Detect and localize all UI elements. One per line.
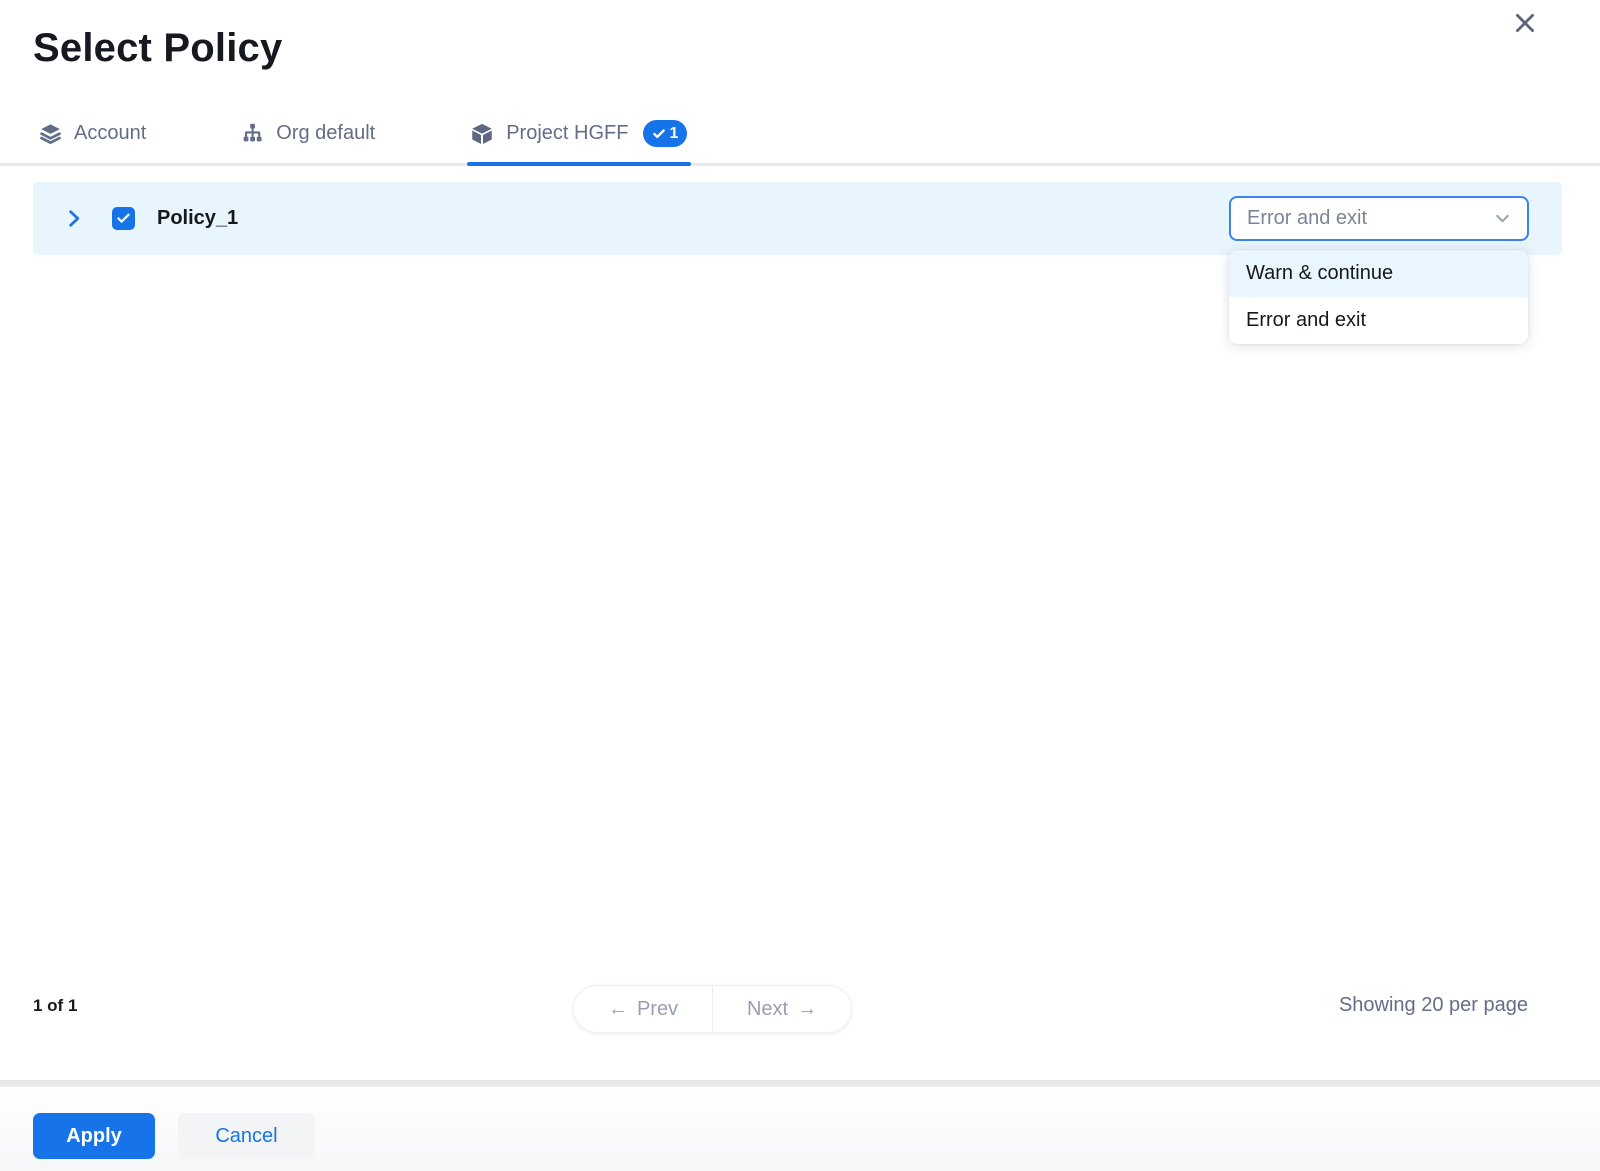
footer: Apply Cancel [0,1087,1600,1171]
pager: ← Prev Next → [573,985,852,1033]
tab-bar: Account Org default Project HGFF [0,104,1600,166]
next-button[interactable]: Next → [713,986,851,1032]
layers-icon [38,121,63,146]
action-select-value: Error and exit [1247,207,1367,230]
policy-name: Policy_1 [157,207,238,230]
check-icon [652,127,666,141]
badge-count: 1 [669,125,678,143]
next-label: Next [747,998,788,1021]
tab-account[interactable]: Account [38,104,146,163]
check-icon [116,211,131,226]
arrow-right-icon: → [797,998,817,1021]
tab-org-default[interactable]: Org default [240,104,375,163]
apply-button[interactable]: Apply [33,1113,155,1159]
cube-icon [469,121,495,147]
prev-label: Prev [637,998,678,1021]
per-page-text: Showing 20 per page [1339,994,1528,1017]
page-title: Select Policy [33,26,282,71]
expand-chevron-right-icon[interactable] [62,207,85,230]
cancel-button[interactable]: Cancel [178,1113,315,1159]
menu-item-error-exit[interactable]: Error and exit [1229,297,1528,344]
menu-item-warn-continue[interactable]: Warn & continue [1229,250,1528,297]
footer-divider [0,1080,1600,1087]
close-icon[interactable] [1508,6,1542,40]
tab-label: Account [74,122,146,145]
selected-count-badge: 1 [643,120,687,147]
action-select[interactable]: Error and exit [1229,196,1529,241]
tab-project-hgff[interactable]: Project HGFF 1 [469,104,687,163]
policy-checkbox[interactable] [112,207,135,230]
policy-row: Policy_1 Error and exit [33,182,1562,255]
action-dropdown-menu: Warn & continue Error and exit [1229,250,1528,344]
org-chart-icon [240,121,265,146]
page-indicator: 1 of 1 [33,996,77,1016]
chevron-down-icon [1492,208,1513,229]
arrow-left-icon: ← [608,998,628,1021]
prev-button[interactable]: ← Prev [574,986,712,1032]
tab-label: Org default [276,122,375,145]
tab-label: Project HGFF [506,122,628,145]
